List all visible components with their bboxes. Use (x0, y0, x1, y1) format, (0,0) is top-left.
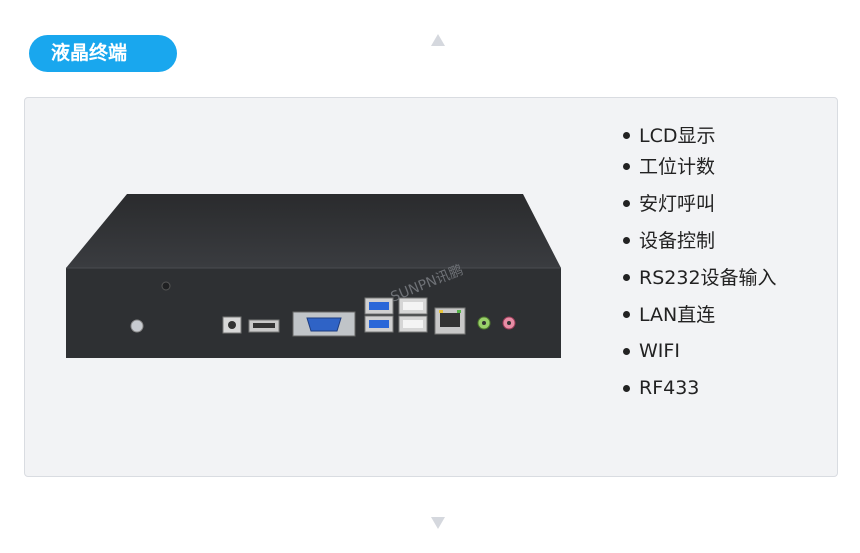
bullet-icon (623, 162, 630, 170)
section-title-badge: 液晶终端 (29, 35, 177, 72)
bullet-icon (623, 273, 630, 281)
bullet-icon (623, 347, 630, 355)
bullet-icon (623, 131, 630, 139)
bullet-icon (623, 199, 630, 207)
bullet-icon (623, 236, 630, 244)
product-image: SUNPN讯鹏 (66, 194, 561, 358)
feature-item: RF433 (623, 365, 777, 410)
screw-icon (161, 281, 171, 291)
device-top-face (66, 194, 561, 268)
feature-list: LCD显示 工位计数 安灯呼叫 设备控制 RS232设备输入 LAN直连 WIF… (623, 118, 777, 410)
power-button-icon (130, 319, 144, 333)
scroll-up-icon[interactable] (431, 34, 445, 46)
bullet-icon (623, 384, 630, 392)
product-panel: SUNPN讯鹏 LCD显示 工位计数 安灯呼叫 设备控制 RS232设备输入 L… (24, 97, 838, 477)
bullet-icon (623, 310, 630, 318)
section-title: 液晶终端 (51, 42, 128, 64)
scroll-down-icon[interactable] (431, 517, 445, 529)
